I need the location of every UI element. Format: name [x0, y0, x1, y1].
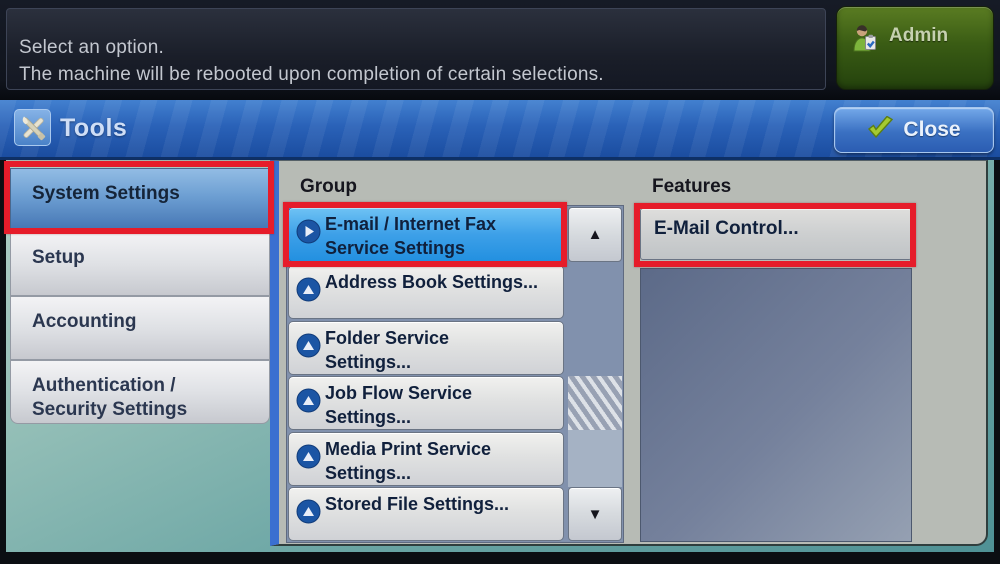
- scroll-down-button[interactable]: ▼: [568, 487, 622, 541]
- tools-header-bar: Tools Close: [0, 100, 1000, 160]
- status-bar: Select an option. The machine will be re…: [0, 0, 1000, 100]
- crossed-tools-icon: [14, 109, 51, 146]
- group-item-label: Folder Service Settings...: [325, 326, 449, 374]
- tab-accounting[interactable]: Accounting: [10, 296, 270, 360]
- arrow-up-circle-icon: [296, 499, 321, 524]
- annotation-box-email-internet-fax: [283, 202, 567, 267]
- group-column-heading: Group: [300, 176, 357, 198]
- annotation-box-email-control: [634, 203, 916, 267]
- group-item-label: Address Book Settings...: [325, 270, 538, 294]
- admin-person-icon: [851, 23, 879, 60]
- group-item-address-book-settings[interactable]: Address Book Settings...: [288, 265, 564, 319]
- group-item-label: Stored File Settings...: [325, 492, 509, 516]
- group-item-media-print-service-settings[interactable]: Media Print Service Settings...: [288, 432, 564, 486]
- arrow-up-circle-icon: [296, 333, 321, 358]
- group-item-job-flow-service-settings[interactable]: Job Flow Service Settings...: [288, 376, 564, 430]
- scrollbar-position-indicator[interactable]: [568, 376, 622, 430]
- scrollbar-track[interactable]: [568, 430, 622, 487]
- status-message-box: Select an option. The machine will be re…: [6, 8, 826, 90]
- annotation-box-system-settings: [4, 161, 274, 234]
- arrow-up-circle-icon: [296, 444, 321, 469]
- status-message-line2: The machine will be rebooted upon comple…: [19, 61, 825, 88]
- features-empty-list-area: [640, 268, 912, 542]
- admin-user-button[interactable]: Admin: [836, 6, 994, 90]
- arrow-up-circle-icon: [296, 277, 321, 302]
- admin-user-label: Admin: [889, 23, 948, 47]
- close-button-label: Close: [903, 118, 960, 142]
- device-touchscreen: Select an option. The machine will be re…: [0, 0, 1000, 564]
- group-item-label: Media Print Service Settings...: [325, 437, 491, 485]
- status-message-line1: Select an option.: [19, 34, 825, 61]
- features-column-heading: Features: [652, 176, 731, 198]
- arrow-up-circle-icon: [296, 388, 321, 413]
- green-check-icon: [867, 116, 893, 145]
- tab-label: Accounting: [32, 310, 137, 334]
- tab-authentication-security-settings[interactable]: Authentication / Security Settings: [10, 360, 270, 424]
- group-item-folder-service-settings[interactable]: Folder Service Settings...: [288, 321, 564, 375]
- triangle-down-icon: ▼: [588, 506, 603, 523]
- close-button[interactable]: Close: [834, 107, 994, 153]
- group-item-label: Job Flow Service Settings...: [325, 381, 472, 429]
- triangle-up-icon: ▲: [588, 226, 603, 243]
- page-title: Tools: [60, 100, 127, 157]
- tab-label: Setup: [32, 246, 85, 270]
- tab-setup[interactable]: Setup: [10, 232, 270, 296]
- scroll-up-button[interactable]: ▲: [568, 207, 622, 262]
- tab-label: Authentication / Security Settings: [32, 374, 187, 422]
- group-item-stored-file-settings[interactable]: Stored File Settings...: [288, 487, 564, 541]
